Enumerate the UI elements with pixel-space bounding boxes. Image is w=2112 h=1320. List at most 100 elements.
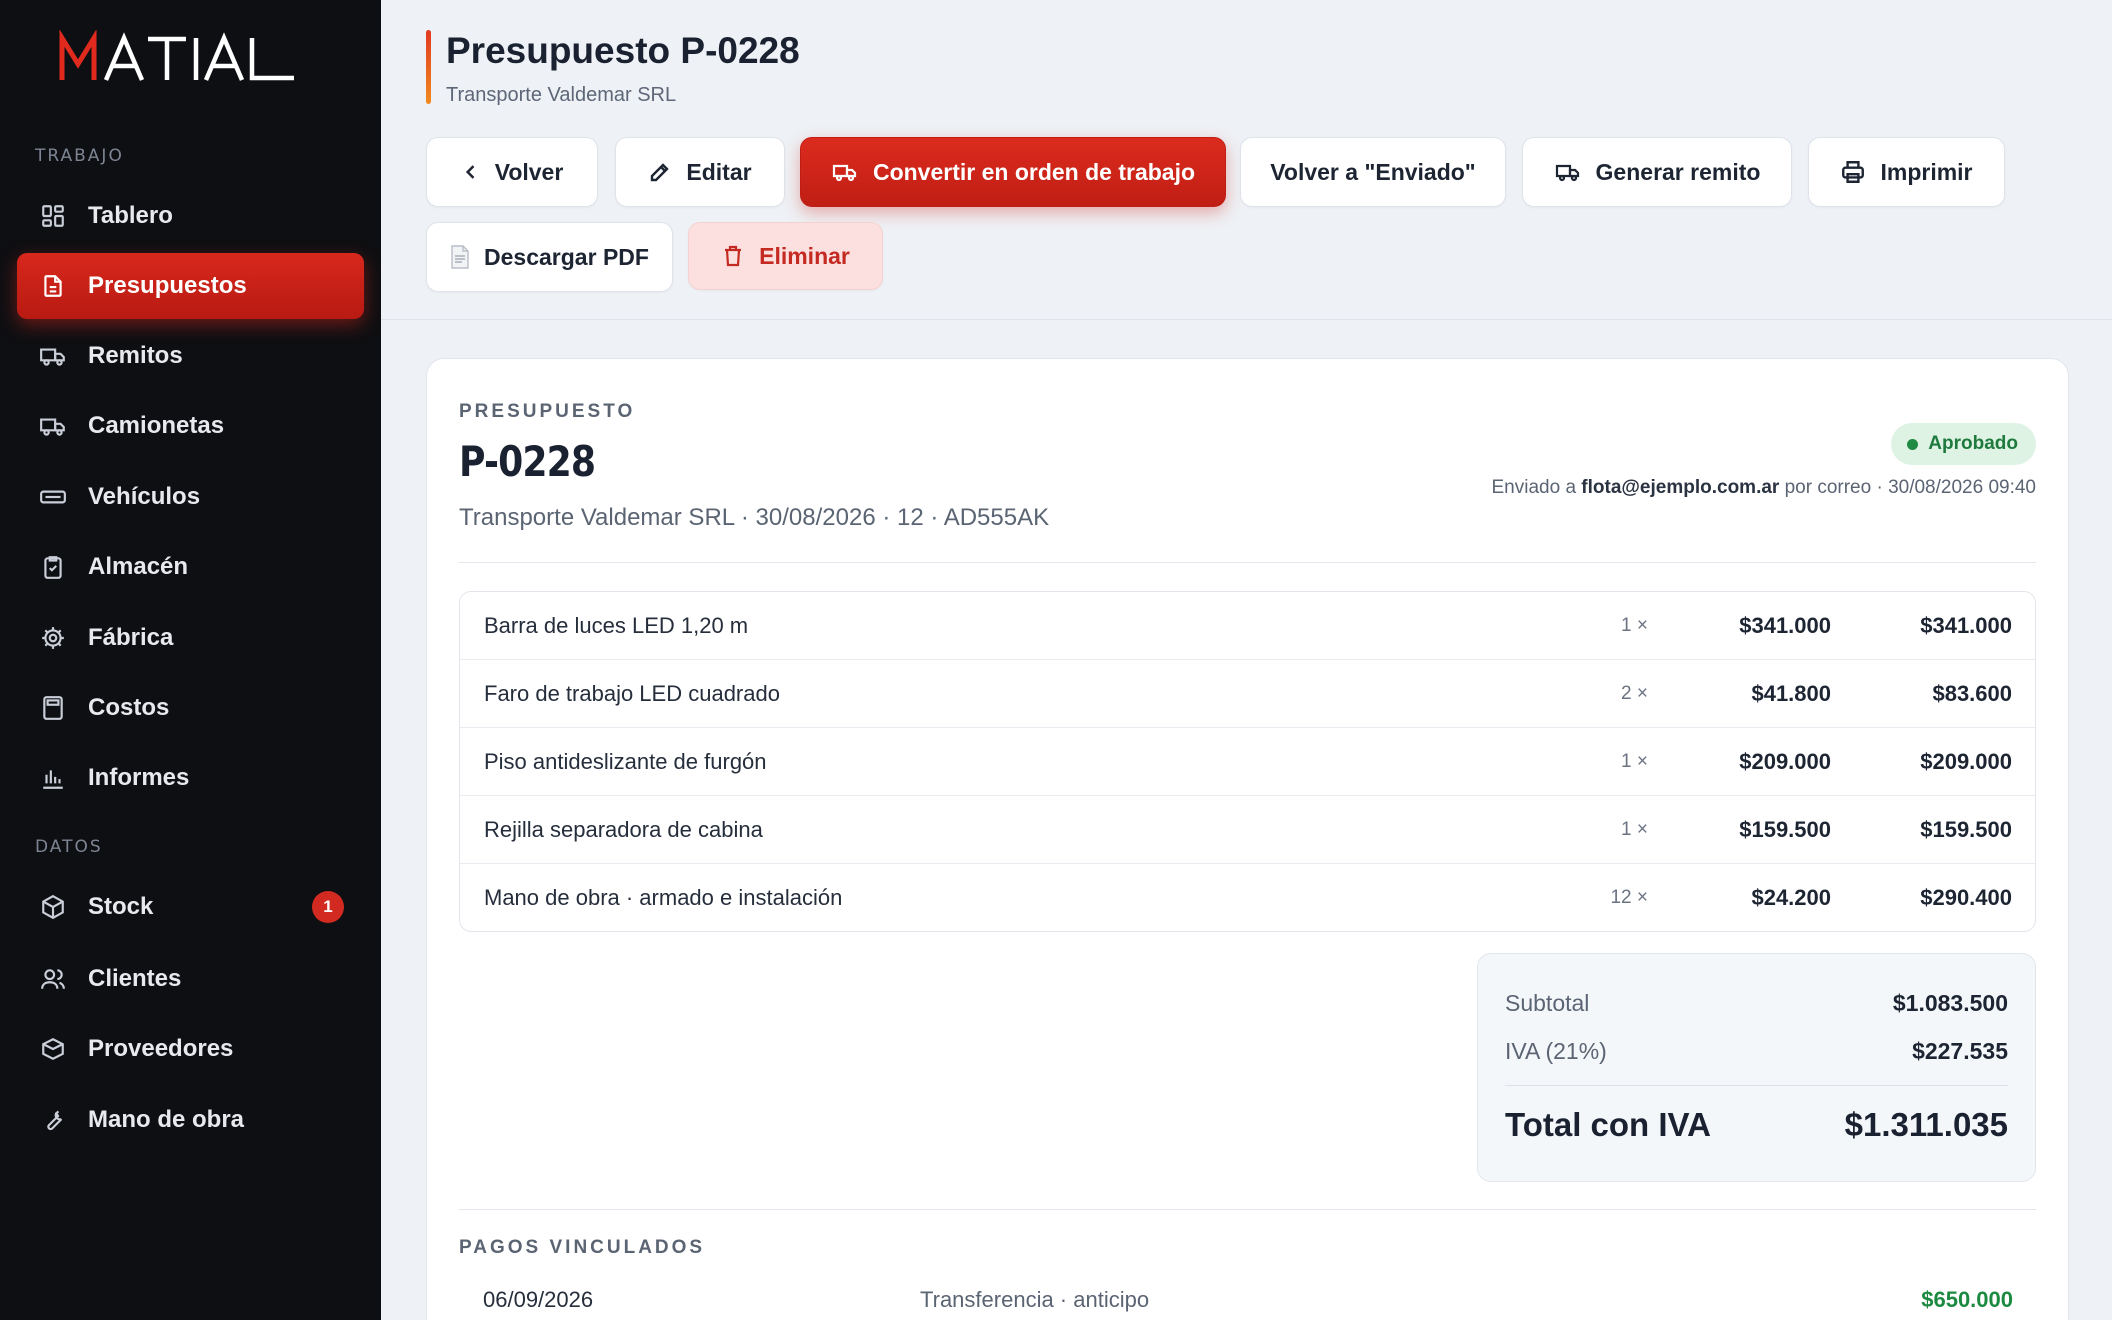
grand-total-label: Total con IVA xyxy=(1505,1106,1711,1143)
sidebar-item-clientes[interactable]: Clientes xyxy=(17,946,364,1012)
item-quantity: 1 × xyxy=(1621,614,1648,636)
sent-info: Enviado a flota@ejemplo.com.ar por corre… xyxy=(1492,477,2037,499)
payment-amount: $650.000 xyxy=(1921,1287,2013,1312)
gear-icon xyxy=(39,624,67,652)
item-unit-price: $209.000 xyxy=(1739,748,1831,774)
sidebar-item-label: Clientes xyxy=(88,965,182,992)
back-button-label: Volver xyxy=(494,158,564,185)
totals-box: Subtotal $1.083.500 IVA (21%) $227.535 T… xyxy=(1477,953,2036,1182)
sidebar-item-label: Vehículos xyxy=(88,483,201,510)
download-pdf-button[interactable]: Descargar PDF xyxy=(426,222,673,292)
item-description: Mano de obra · armado e instalación xyxy=(484,885,843,910)
status-badge: Aprobado xyxy=(1891,423,2036,465)
item-total: $290.400 xyxy=(1920,885,2012,910)
revert-to-sent-button[interactable]: Volver a "Enviado" xyxy=(1240,137,1506,207)
sidebar-item-remitos[interactable]: Remitos xyxy=(17,323,364,389)
item-total: $209.000 xyxy=(1920,748,2012,774)
status-dot-icon xyxy=(1907,438,1919,450)
matial-logo xyxy=(59,30,294,81)
sidebar-item-tablero[interactable]: Tablero xyxy=(17,183,364,249)
item-unit-price: $41.800 xyxy=(1751,680,1831,706)
subtotal-label: Subtotal xyxy=(1505,990,1590,1016)
iva-label: IVA (21%) xyxy=(1505,1038,1607,1064)
payments-heading: PAGOS VINCULADOS xyxy=(459,1237,706,1258)
van-icon xyxy=(39,412,67,440)
sidebar-item-fabrica[interactable]: Fábrica xyxy=(17,605,364,671)
table-row: Piso antideslizante de furgón 1 × $209.0… xyxy=(460,728,2035,796)
quote-meta: Transporte Valdemar SRL · 30/08/2026 · 1… xyxy=(459,504,1050,531)
sent-suffix: por correo · 30/08/2026 09:40 xyxy=(1779,477,2036,498)
sidebar-item-label: Proveedores xyxy=(88,1035,234,1062)
sidebar-item-label: Tablero xyxy=(88,202,173,229)
sidebar-item-mano-de-obra[interactable]: Mano de obra xyxy=(17,1087,364,1153)
page-title: Presupuesto P-0228 xyxy=(446,30,800,71)
edit-button[interactable]: Editar xyxy=(615,137,785,207)
trash-icon xyxy=(725,245,742,267)
sidebar-item-label: Almacén xyxy=(88,553,189,580)
totals-divider xyxy=(1505,1085,2008,1086)
item-description: Barra de luces LED 1,20 m xyxy=(484,612,749,638)
calculator-icon xyxy=(39,694,67,722)
quote-number: P-0228 xyxy=(459,437,596,486)
sidebar-item-label: Camionetas xyxy=(88,412,225,439)
box-icon xyxy=(39,893,67,921)
pdf-file-icon xyxy=(451,245,469,269)
sidebar-item-informes[interactable]: Informes xyxy=(17,745,364,811)
back-button[interactable]: Volver xyxy=(426,137,598,207)
title-accent-bar xyxy=(426,30,431,104)
page-header: Presupuesto P-0228 Transporte Valdemar S… xyxy=(381,0,2112,320)
sidebar-item-vehiculos[interactable]: Vehículos xyxy=(17,464,364,530)
item-total: $159.500 xyxy=(1920,816,2012,842)
convert-button-label: Convertir en orden de trabajo xyxy=(872,158,1196,185)
delete-button[interactable]: Eliminar xyxy=(688,222,883,290)
table-row: Mano de obra · armado e instalación 12 ×… xyxy=(460,864,2035,931)
users-icon xyxy=(39,965,67,993)
dashboard-icon xyxy=(39,202,67,230)
printer-icon xyxy=(1842,161,1865,183)
convert-to-work-order-button[interactable]: Convertir en orden de trabajo xyxy=(800,137,1226,207)
subtotal-value: $1.083.500 xyxy=(1892,990,2008,1016)
item-quantity: 1 × xyxy=(1621,818,1648,840)
sidebar-item-label: Costos xyxy=(88,694,170,721)
item-unit-price: $341.000 xyxy=(1739,612,1831,638)
payments-divider xyxy=(459,1209,2036,1210)
sidebar-item-camionetas[interactable]: Camionetas xyxy=(17,393,364,459)
sidebar-item-proveedores[interactable]: Proveedores xyxy=(17,1016,364,1082)
sidebar-item-almacen[interactable]: Almacén xyxy=(17,534,364,600)
section-label-datos: DATOS xyxy=(35,837,103,857)
sidebar-item-label: Fábrica xyxy=(88,624,174,651)
table-row: Barra de luces LED 1,20 m 1 × $341.000 $… xyxy=(460,592,2035,660)
iva-value: $227.535 xyxy=(1912,1038,2008,1064)
print-button-label: Imprimir xyxy=(1880,158,1973,185)
pdf-button-label: Descargar PDF xyxy=(484,243,649,270)
sent-prefix: Enviado a xyxy=(1491,477,1582,498)
item-description: Faro de trabajo LED cuadrado xyxy=(484,680,780,706)
items-table: Barra de luces LED 1,20 m 1 × $341.000 $… xyxy=(459,591,2036,932)
generate-remito-button[interactable]: Generar remito xyxy=(1522,137,1792,207)
grand-total-line: Total con IVA $1.311.035 xyxy=(1505,1106,2008,1144)
edit-button-label: Editar xyxy=(686,158,752,185)
sidebar-item-stock[interactable]: Stock 1 xyxy=(17,874,364,940)
quote-kicker: PRESUPUESTO xyxy=(459,401,636,422)
item-unit-price: $24.200 xyxy=(1751,885,1831,910)
stock-count-badge: 1 xyxy=(312,891,344,923)
remito-button-label: Generar remito xyxy=(1595,158,1761,185)
item-quantity: 12 × xyxy=(1610,887,1648,908)
sidebar-item-costos[interactable]: Costos xyxy=(17,675,364,741)
table-row: Faro de trabajo LED cuadrado 2 × $41.800… xyxy=(460,660,2035,728)
item-total: $83.600 xyxy=(1932,680,2012,706)
truck-icon xyxy=(39,342,67,370)
bar-chart-icon xyxy=(39,764,67,792)
sidebar-item-presupuestos[interactable]: Presupuestos xyxy=(17,253,364,319)
sidebar-item-label: Stock xyxy=(88,893,154,920)
item-quantity: 1 × xyxy=(1621,750,1648,772)
brand-logo[interactable] xyxy=(58,30,298,86)
section-label-trabajo: TRABAJO xyxy=(35,146,124,166)
payment-method: Transferencia · anticipo xyxy=(920,1287,1150,1312)
status-label: Aprobado xyxy=(1928,433,2018,454)
revert-button-label: Volver a "Enviado" xyxy=(1270,158,1476,185)
chevron-left-icon xyxy=(465,165,475,179)
truck-icon xyxy=(1555,164,1579,182)
clipboard-icon xyxy=(39,553,67,581)
print-button[interactable]: Imprimir xyxy=(1808,137,2005,207)
